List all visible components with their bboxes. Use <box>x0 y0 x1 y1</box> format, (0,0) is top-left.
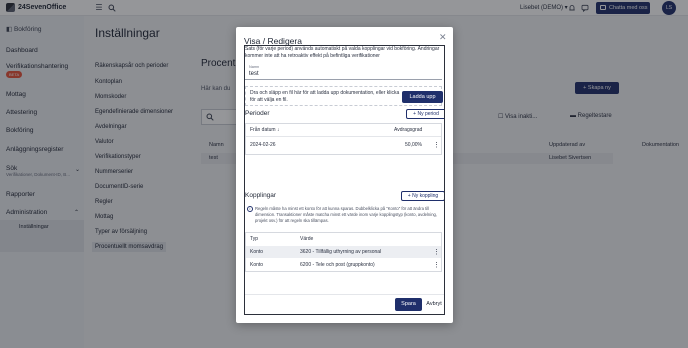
name-value: test <box>249 71 259 77</box>
new-link-label: Ny koppling <box>412 193 439 199</box>
column-rate[interactable]: Avdragsgrad <box>394 127 422 133</box>
info-icon: i <box>247 206 253 212</box>
cancel-button[interactable]: Avbryt <box>424 298 444 311</box>
save-button[interactable]: Spara <box>395 298 422 311</box>
links-info: i Regeln måste ha minst ett konto för at… <box>247 206 442 223</box>
modal-footer: Spara Avbryt <box>245 294 444 314</box>
period-from: 2024-02-26 <box>250 142 276 148</box>
period-rate: 50,00% <box>405 142 422 148</box>
edit-modal: Visa / Redigera ✕ Sats (för varje period… <box>236 27 453 323</box>
kebab-menu-icon[interactable]: ⋮ <box>433 249 440 256</box>
name-label: Namn <box>249 65 260 69</box>
table-row[interactable]: Konto 3620 - Tillfällig uthyrning av per… <box>246 246 441 258</box>
periods-title: Perioder <box>245 110 270 117</box>
kebab-menu-icon[interactable]: ⋮ <box>433 262 440 269</box>
link-value: 6200 - Tele och post (gruppkonto) <box>300 262 375 268</box>
new-period-button[interactable]: + Ny period <box>406 109 444 119</box>
modal-body: Sats (för varje period) används automati… <box>244 45 445 315</box>
upload-button[interactable]: Ladda upp <box>402 91 443 103</box>
new-link-button[interactable]: + Ny koppling <box>401 191 444 201</box>
column-from-date[interactable]: Från datum ↓ <box>250 127 279 133</box>
periods-table: Från datum ↓ Avdragsgrad 2024-02-26 50,0… <box>245 123 442 155</box>
close-icon[interactable]: ✕ <box>439 32 447 43</box>
column-from-label: Från datum <box>250 127 276 133</box>
link-type: Konto <box>250 262 264 268</box>
dropzone-text: Dra och släpp en fil här för att ladda u… <box>250 90 400 103</box>
kebab-menu-icon[interactable]: ⋮ <box>433 142 440 149</box>
links-title: Kopplingar <box>245 192 277 199</box>
new-period-label: Ny period <box>417 111 439 117</box>
column-value[interactable]: Värde <box>300 236 313 242</box>
links-table: Typ Värde Konto 3620 - Tillfällig uthyrn… <box>245 232 442 272</box>
column-type[interactable]: Typ <box>250 236 258 242</box>
table-row[interactable]: Konto 6200 - Tele och post (gruppkonto) … <box>246 259 441 271</box>
link-value: 3620 - Tillfällig uthyrning av personal <box>300 249 382 255</box>
links-info-text: Regeln måste ha minst ett konto för att … <box>255 206 438 223</box>
name-field[interactable]: Namn test <box>245 64 442 80</box>
upload-dropzone[interactable]: Dra och släpp en fil här för att ladda u… <box>245 86 443 106</box>
link-type: Konto <box>250 249 264 255</box>
sort-down-icon: ↓ <box>276 127 280 133</box>
intro-text: Sats (för varje period) används automati… <box>245 46 440 59</box>
table-row[interactable]: 2024-02-26 50,00% ⋮ <box>246 137 441 154</box>
